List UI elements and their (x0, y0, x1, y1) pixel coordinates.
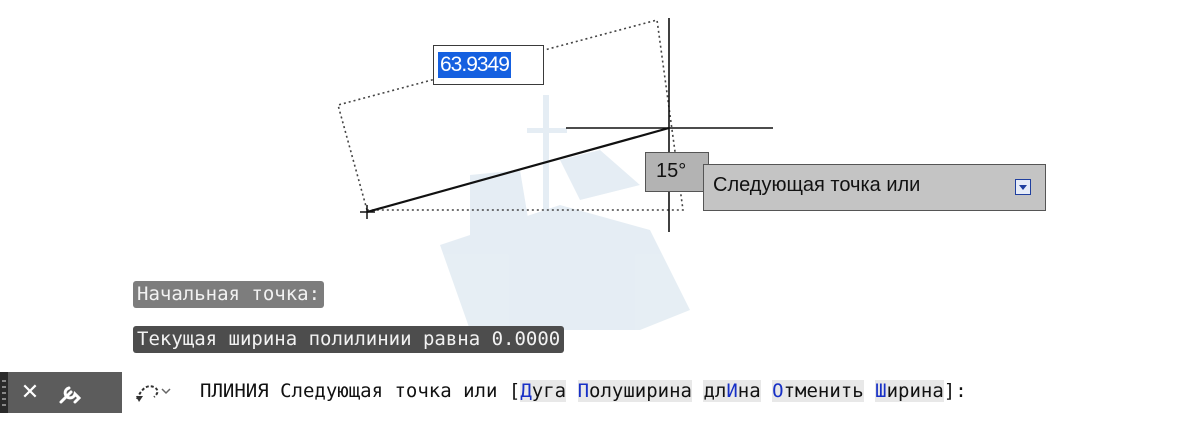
dynamic-angle-input[interactable]: 15° (645, 152, 709, 192)
recent-commands-icon[interactable] (134, 381, 172, 405)
option-arc[interactable]: Дуга (520, 380, 567, 402)
wrench-icon[interactable] (52, 372, 88, 413)
dynamic-length-value[interactable]: 63.9349 (438, 52, 511, 78)
dynamic-length-input[interactable]: 63.9349 (433, 45, 544, 85)
history-line-width: Текущая ширина полилинии равна 0.0000 (133, 326, 565, 353)
dynamic-prompt-tooltip: Следующая точка или (703, 164, 1046, 211)
tooltip-prompt-text: Следующая точка или (713, 174, 921, 196)
command-name: ПЛИНИЯ (200, 380, 269, 402)
command-line[interactable]: ✕ ПЛИНИЯ Следующая точка или [Дуга Полуш… (0, 372, 1198, 413)
option-bracket-close: ]: (943, 380, 967, 402)
option-length[interactable]: длИна (703, 380, 761, 402)
option-undo[interactable]: Отменить (772, 380, 864, 402)
command-line-toolbar: ✕ (8, 372, 122, 413)
option-width[interactable]: Ширина (875, 380, 944, 402)
history-line-start-point: Начальная точка: (133, 281, 325, 308)
command-line-text[interactable]: ПЛИНИЯ Следующая точка или [Дуга Полушир… (200, 380, 967, 402)
option-halfwidth[interactable]: Полуширина (577, 380, 692, 402)
option-bracket-open: [ (508, 380, 521, 402)
command-prompt: Следующая точка или (280, 380, 498, 402)
close-icon[interactable]: ✕ (12, 372, 48, 413)
dropdown-arrow-icon[interactable] (1015, 179, 1031, 195)
grip-handle[interactable] (0, 372, 8, 413)
angle-value: 15° (656, 160, 687, 182)
watermark-ship (440, 95, 690, 330)
